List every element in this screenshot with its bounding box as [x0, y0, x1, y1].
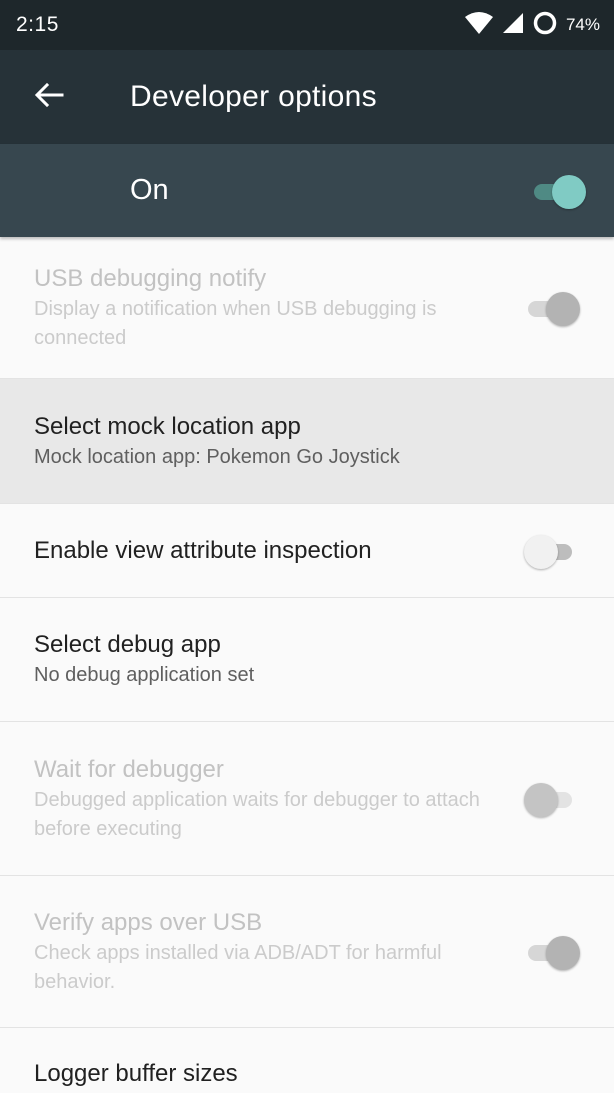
setting-wait-for-debugger[interactable]: Wait for debugger Debugged application w…: [0, 722, 614, 876]
arrow-left-icon: [34, 82, 64, 113]
toggle-thumb: [524, 534, 558, 569]
setting-text: Logger buffer sizes: [34, 1058, 238, 1090]
setting-title: Logger buffer sizes: [34, 1060, 238, 1087]
setting-logger-buffer-sizes[interactable]: Logger buffer sizes: [0, 1028, 614, 1093]
setting-title: Enable view attribute inspection: [34, 536, 372, 564]
setting-text: Enable view attribute inspection: [34, 535, 372, 567]
master-toggle-switch[interactable]: [530, 174, 586, 209]
toggle-thumb: [524, 782, 558, 817]
battery-percent: 74%: [565, 15, 600, 34]
setting-text: Select mock location app Mock location a…: [34, 411, 400, 472]
setting-summary: No debug application set: [34, 664, 255, 686]
setting-summary: Debugged application waits for debugger …: [34, 788, 480, 840]
status-icons: 74%: [464, 10, 600, 41]
app-bar: Developer options: [0, 50, 614, 144]
setting-title: USB debugging notify: [34, 264, 267, 292]
status-bar: 2:15 74%: [0, 0, 614, 50]
toggle-thumb: [546, 935, 580, 970]
view-attribute-inspection-toggle[interactable]: [524, 534, 580, 569]
setting-title: Verify apps over USB: [34, 908, 263, 936]
toggle-thumb: [546, 291, 580, 326]
wait-for-debugger-toggle[interactable]: [524, 782, 580, 817]
setting-enable-view-attribute-inspection[interactable]: Enable view attribute inspection: [0, 504, 614, 598]
setting-title: Select debug app: [34, 631, 221, 658]
setting-text: USB debugging notify Display a notificat…: [34, 263, 494, 353]
wifi-icon: [464, 11, 494, 40]
verify-apps-over-usb-toggle[interactable]: [524, 935, 580, 970]
setting-summary: Mock location app: Pokemon Go Joystick: [34, 445, 400, 468]
setting-verify-apps-over-usb[interactable]: Verify apps over USB Check apps installe…: [0, 876, 614, 1028]
setting-select-mock-location-app[interactable]: Select mock location app Mock location a…: [0, 379, 614, 504]
setting-title: Select mock location app: [34, 412, 301, 440]
toggle-thumb: [552, 174, 586, 209]
setting-title: Wait for debugger: [34, 755, 224, 783]
settings-list: USB debugging notify Display a notificat…: [0, 237, 614, 1093]
master-switch-label: On: [130, 174, 169, 206]
master-switch-bar[interactable]: On: [0, 144, 614, 237]
cell-signal-icon: [502, 12, 524, 39]
setting-summary: Check apps installed via ADB/ADT for har…: [34, 941, 442, 993]
setting-summary: Display a notification when USB debuggin…: [34, 297, 437, 349]
back-button[interactable]: [0, 50, 112, 144]
status-time: 2:15: [16, 13, 59, 36]
usb-debugging-notify-toggle[interactable]: [524, 291, 580, 326]
page-title: Developer options: [130, 80, 377, 113]
setting-text: Select debug app No debug application se…: [34, 629, 254, 690]
setting-select-debug-app[interactable]: Select debug app No debug application se…: [0, 598, 614, 722]
setting-text: Wait for debugger Debugged application w…: [34, 754, 494, 844]
setting-text: Verify apps over USB Check apps installe…: [34, 907, 494, 997]
battery-circle-icon: [532, 10, 558, 41]
setting-usb-debugging-notify[interactable]: USB debugging notify Display a notificat…: [0, 237, 614, 379]
